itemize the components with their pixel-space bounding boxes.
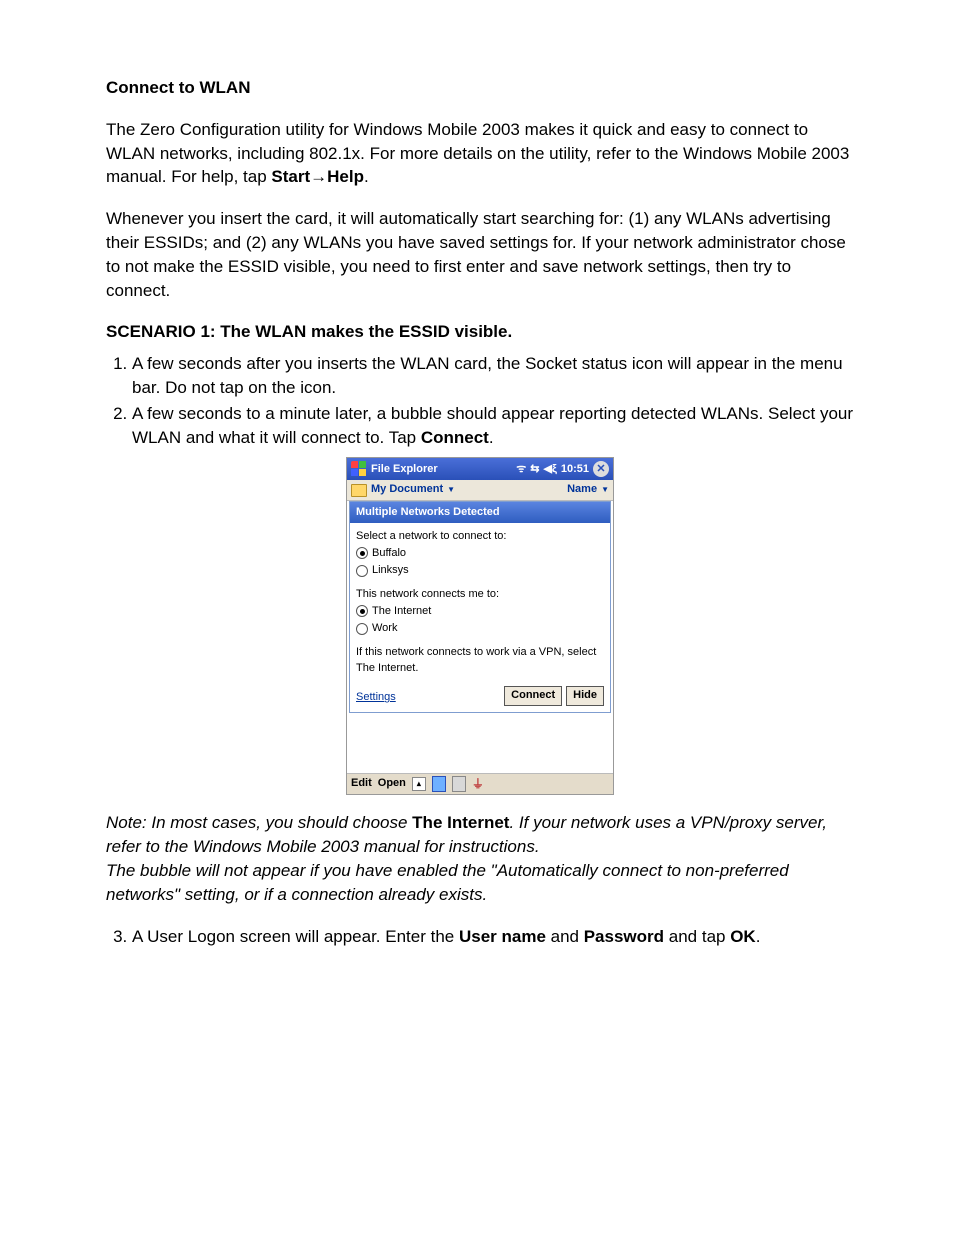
list-view-icon[interactable] (452, 776, 466, 792)
strong-ok: OK (730, 927, 756, 946)
speaker-icon[interactable]: ◀ξ (544, 462, 557, 477)
step-1: A few seconds after you inserts the WLAN… (132, 352, 854, 400)
note-paragraph: Note: In most cases, you should choose T… (106, 811, 854, 906)
text: Note: In most cases, you should choose (106, 813, 412, 832)
strong-username: User name (459, 927, 546, 946)
sync-icon[interactable]: ⇆ (530, 462, 539, 477)
strong-internet: The Internet (412, 813, 509, 832)
title-bar: File Explorer ᯤ ⇆ ◀ξ 10:51 ✕ (347, 458, 613, 480)
strong-password: Password (584, 927, 664, 946)
sort-label[interactable]: Name (567, 482, 597, 497)
network-option-buffalo[interactable]: Buffalo (356, 545, 604, 562)
text: . (364, 167, 369, 186)
radio-icon[interactable] (356, 623, 368, 635)
select-network-prompt: Select a network to connect to: (356, 529, 604, 544)
steps-list-cont: A User Logon screen will appear. Enter t… (106, 925, 854, 949)
scenario-heading: SCENARIO 1: The WLAN makes the ESSID vis… (106, 320, 854, 344)
pda-window: File Explorer ᯤ ⇆ ◀ξ 10:51 ✕ My Document… (346, 457, 614, 795)
connects-to-prompt: This network connects me to: (356, 587, 604, 602)
text: The Zero Configuration utility for Windo… (106, 120, 849, 187)
window-title: File Explorer (371, 462, 512, 477)
text: and tap (664, 927, 730, 946)
screenshot-figure: File Explorer ᯤ ⇆ ◀ξ 10:51 ✕ My Document… (106, 457, 854, 795)
step-3: A User Logon screen will appear. Enter t… (132, 925, 854, 949)
windows-flag-icon[interactable] (351, 461, 367, 477)
text: and (546, 927, 584, 946)
bottom-toolbar: Edit Open ▴ ⏚ (347, 773, 613, 795)
chevron-down-icon[interactable]: ▼ (601, 484, 609, 495)
antenna-icon[interactable]: ᯤ (516, 462, 526, 477)
network-option-linksys[interactable]: Linksys (356, 562, 604, 579)
bubble-body: Select a network to connect to: Buffalo … (350, 523, 610, 686)
settings-link[interactable]: Settings (356, 690, 396, 705)
steps-list: A few seconds after you inserts the WLAN… (106, 352, 854, 449)
card-view-icon[interactable] (432, 776, 446, 792)
edit-menu[interactable]: Edit (351, 776, 372, 791)
select-network-group: Select a network to connect to: Buffalo … (356, 529, 604, 579)
close-icon[interactable]: ✕ (593, 461, 609, 477)
content-area (347, 715, 613, 773)
titlebar-status-icons: ᯤ ⇆ ◀ξ 10:51 ✕ (516, 461, 609, 477)
breadcrumb: My Document ▼ Name ▼ (347, 480, 613, 500)
text: A User Logon screen will appear. Enter t… (132, 927, 459, 946)
hide-button[interactable]: Hide (566, 686, 604, 705)
text: The bubble will not appear if you have e… (106, 861, 789, 904)
breadcrumb-label[interactable]: My Document (371, 482, 443, 497)
vpn-hint: If this network connects to work via a V… (356, 645, 604, 676)
chevron-down-icon[interactable]: ▼ (447, 484, 455, 495)
radio-icon[interactable] (356, 565, 368, 577)
folder-icon (351, 484, 367, 497)
option-label: Buffalo (372, 546, 406, 561)
radio-icon[interactable] (356, 547, 368, 559)
option-label: The Internet (372, 604, 431, 619)
text: . (756, 927, 761, 946)
step-2: A few seconds to a minute later, a bubbl… (132, 402, 854, 450)
behavior-paragraph: Whenever you insert the card, it will au… (106, 207, 854, 302)
bubble-footer: Settings Connect Hide (350, 686, 610, 711)
clock-text: 10:51 (561, 462, 589, 477)
network-bubble: Multiple Networks Detected Select a netw… (349, 501, 611, 713)
document-page: Connect to WLAN The Zero Configuration u… (0, 0, 954, 1016)
option-label: Work (372, 621, 397, 636)
option-label: Linksys (372, 563, 409, 578)
strong-start: Start (271, 167, 310, 186)
radio-icon[interactable] (356, 605, 368, 617)
strong-connect: Connect (421, 428, 489, 447)
bubble-title: Multiple Networks Detected (350, 502, 610, 523)
text: . (489, 428, 494, 447)
open-menu[interactable]: Open (378, 776, 406, 791)
connect-button[interactable]: Connect (504, 686, 562, 705)
connects-option-work[interactable]: Work (356, 620, 604, 637)
connects-to-group: This network connects me to: The Interne… (356, 587, 604, 637)
connects-option-internet[interactable]: The Internet (356, 603, 604, 620)
network-share-icon[interactable]: ⏚ (472, 776, 484, 793)
arrow-icon: → (310, 167, 327, 186)
up-icon[interactable]: ▴ (412, 777, 426, 791)
intro-paragraph: The Zero Configuration utility for Windo… (106, 118, 854, 189)
strong-help: Help (327, 167, 364, 186)
section-heading: Connect to WLAN (106, 76, 854, 100)
